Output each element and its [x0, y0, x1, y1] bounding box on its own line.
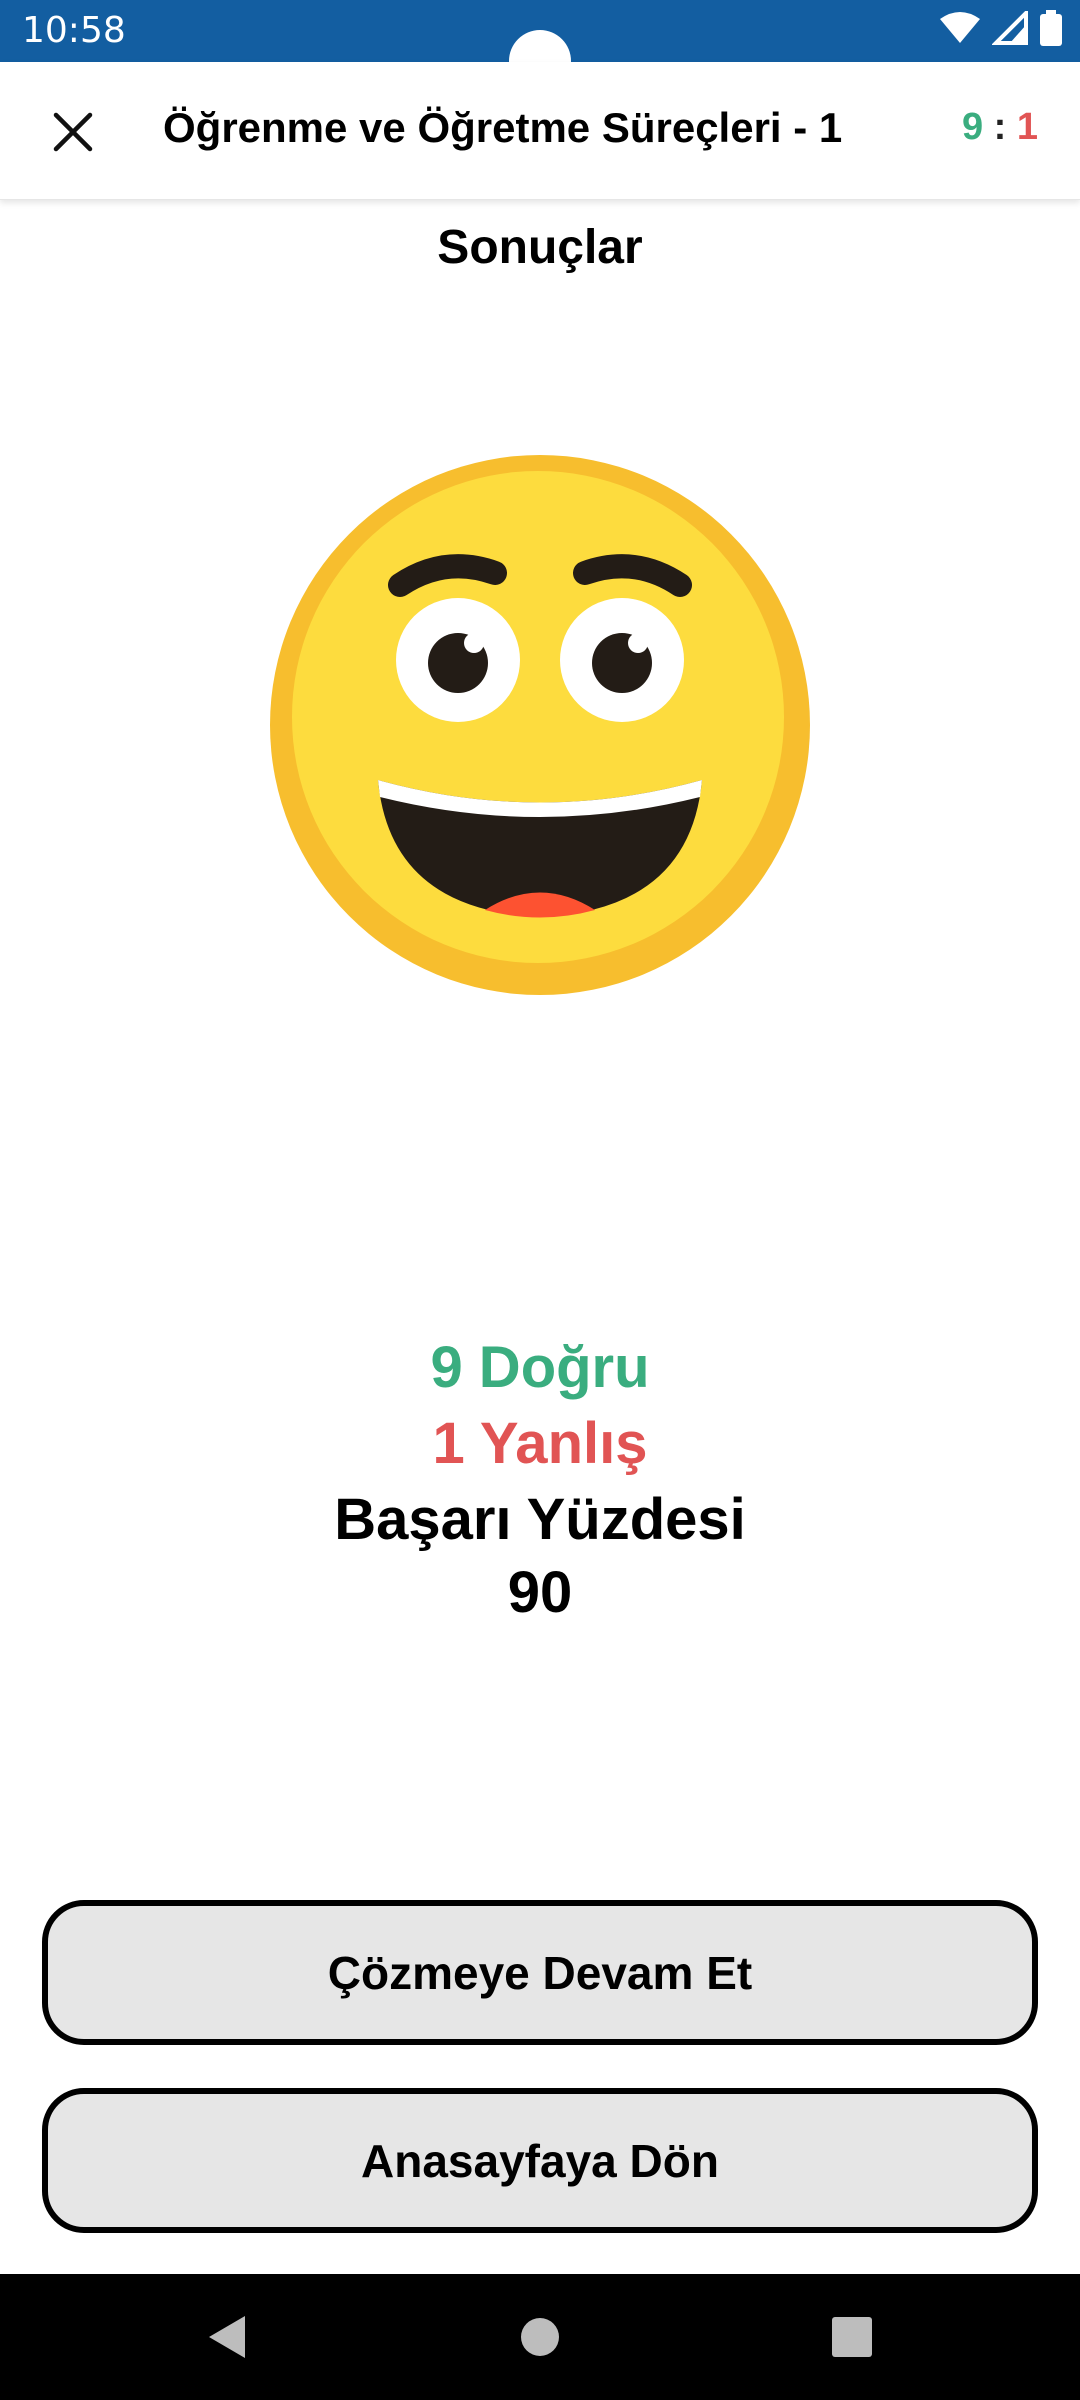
app-title: Öğrenme ve Öğretme Süreçleri - 1 — [163, 104, 843, 151]
score-wrong: 1 — [1016, 106, 1038, 148]
signal-icon — [992, 11, 1028, 45]
score-correct: 9 — [961, 106, 984, 148]
home-icon[interactable] — [520, 2314, 560, 2360]
page-title: Sonuçlar — [437, 221, 643, 274]
score-separator: : — [993, 106, 1007, 148]
back-icon[interactable] — [205, 2314, 249, 2360]
score-indicator: 9 : 1 — [962, 106, 1038, 149]
status-icons — [940, 10, 1062, 46]
continue-solving-button[interactable]: Çözmeye Devam Et — [42, 1900, 1038, 2045]
results-summary: 9 Doğru 1 Yanlış Başarı Yüzdesi 90 — [0, 1330, 1080, 1628]
navigation-bar — [0, 2274, 1080, 2400]
go-home-button[interactable]: Anasayfaya Dön — [42, 2088, 1038, 2233]
app-bar: Öğrenme ve Öğretme Süreçleri - 1 9 : 1 — [0, 62, 1080, 200]
correct-count: 9 Doğru — [430, 1335, 650, 1400]
wrong-count: 1 Yanlış — [432, 1411, 648, 1476]
close-icon — [53, 112, 93, 152]
recents-icon[interactable] — [831, 2314, 873, 2360]
laughing-face-icon — [270, 455, 810, 995]
status-time: 10:58 — [22, 10, 126, 51]
success-percentage-value: 90 — [507, 1560, 573, 1625]
battery-icon — [1040, 10, 1062, 46]
wifi-icon — [940, 12, 980, 43]
close-button[interactable] — [38, 97, 108, 167]
success-percentage-label: Başarı Yüzdesi — [334, 1487, 746, 1552]
